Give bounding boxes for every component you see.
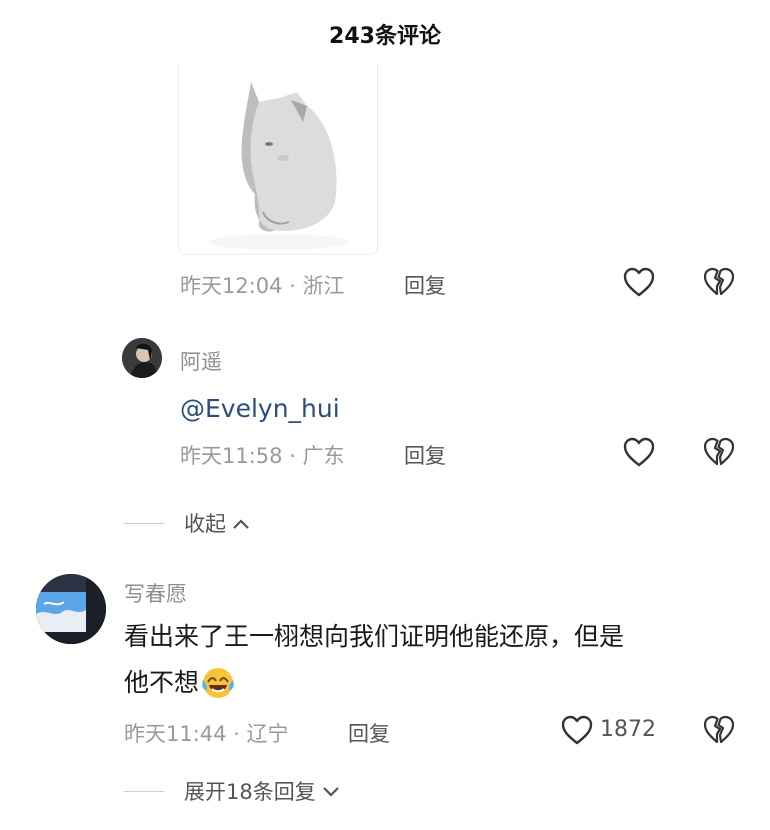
comment-text-line: 看出来了王一栩想向我们证明他能还原，但是 [124, 622, 625, 651]
reply-button[interactable]: 回复 [404, 440, 446, 470]
divider-line [124, 522, 164, 524]
broken-heart-icon[interactable] [702, 714, 736, 750]
avatar[interactable] [36, 574, 106, 644]
comment-text: @Evelyn_hui [180, 386, 340, 432]
avatar[interactable] [122, 338, 162, 378]
chevron-up-icon [232, 511, 250, 535]
broken-heart-icon[interactable] [702, 266, 736, 302]
broken-heart-icon[interactable] [702, 436, 736, 472]
laughing-crying-emoji-icon [201, 666, 235, 700]
chevron-down-icon [322, 779, 340, 803]
divider-line [124, 790, 164, 792]
like-count: 1872 [600, 717, 656, 742]
comment-meta: 昨天11:58 · 广东 [180, 444, 345, 468]
collapse-replies-button[interactable]: 收起 [124, 508, 250, 538]
heart-outline-icon[interactable] [560, 714, 594, 750]
reply-button[interactable]: 回复 [404, 270, 446, 300]
mention-link[interactable]: @Evelyn_hui [180, 394, 340, 423]
heart-outline-icon[interactable] [622, 436, 656, 472]
collapse-label: 收起 [184, 512, 226, 536]
expand-label: 展开18条回复 [184, 780, 316, 804]
comment-sticker-image[interactable] [178, 62, 378, 255]
comment-username[interactable]: 写春愿 [124, 578, 187, 608]
comment-text-line: 他不想 [124, 668, 200, 697]
heart-outline-icon[interactable] [622, 266, 656, 302]
comments-count-title: 243条评论 [329, 24, 441, 49]
reply-button[interactable]: 回复 [348, 718, 390, 748]
white-cat-sticker [209, 82, 349, 250]
comment-text-line-wrap: 他不想 [124, 660, 744, 706]
comment-meta: 昨天11:44 · 辽宁 [124, 722, 289, 746]
comment-username[interactable]: 阿遥 [180, 346, 222, 376]
expand-replies-button[interactable]: 展开18条回复 [124, 776, 340, 806]
comment-text: 看出来了王一栩想向我们证明他能还原，但是 他不想 [124, 614, 744, 706]
comment-meta: 昨天12:04 · 浙江 [180, 274, 345, 298]
